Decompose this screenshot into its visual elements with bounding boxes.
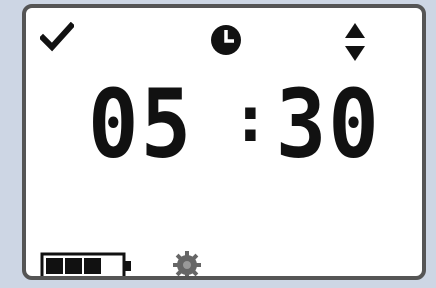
hours-value[interactable]: 05 (88, 77, 193, 171)
minutes-value[interactable]: 30 (276, 77, 381, 171)
battery-bar (46, 258, 63, 274)
time-display[interactable]: 05 : 30 (88, 74, 381, 174)
gear-icon[interactable] (172, 250, 202, 280)
minutes-group: : 30 (231, 77, 381, 171)
battery-bar (65, 258, 82, 274)
battery-icon (40, 252, 131, 276)
battery-bar (84, 258, 101, 274)
device-screen: 05 : 30 (22, 4, 426, 280)
up-down-arrows-icon[interactable] (344, 22, 366, 62)
time-separator: : (231, 83, 272, 157)
check-icon[interactable] (40, 22, 74, 52)
clock-icon[interactable] (208, 22, 244, 58)
